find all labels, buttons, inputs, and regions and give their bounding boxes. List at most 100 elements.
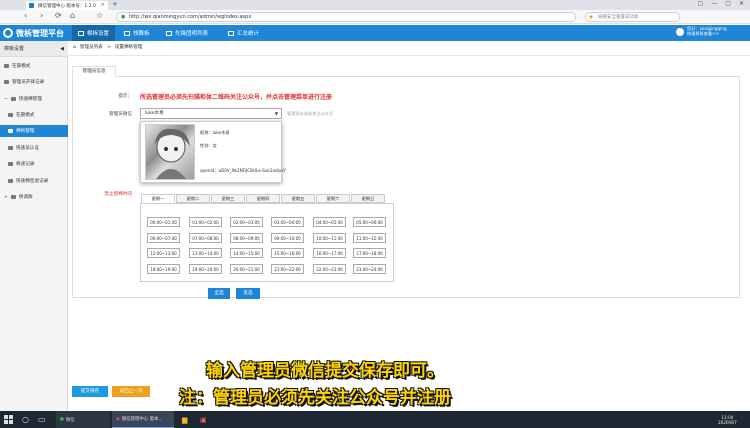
list-icon: [4, 80, 9, 84]
sidebar-item-admin-log[interactable]: 管理员开锋记录: [0, 76, 68, 88]
time-slot[interactable]: 15:00~16:00: [271, 248, 304, 258]
tab-sunday[interactable]: 星期日: [351, 194, 385, 203]
collapse-icon[interactable]: ◀: [60, 46, 64, 52]
caption-line-2: 注：管理员必须先关注公众号并注册: [179, 388, 451, 408]
time-slot[interactable]: 18:00~19:00: [147, 264, 180, 274]
reload-icon[interactable]: ⟳: [55, 11, 62, 20]
clock[interactable]: 11:04 2020/8/7: [718, 411, 737, 428]
notice-label: 提示：: [118, 94, 132, 99]
time-slot[interactable]: 20:00~21:00: [230, 264, 263, 274]
sidebar-group-adjust[interactable]: + 柝调款: [0, 191, 68, 203]
caption-line-1: 输入管理员微信提交保存即可。: [206, 361, 444, 381]
time-slot[interactable]: 01:00~02:00: [189, 217, 222, 227]
list-icon: [8, 113, 13, 117]
tab-wednesday[interactable]: 星期三: [211, 194, 245, 203]
time-slot[interactable]: 02:00~03:00: [230, 217, 263, 227]
home-icon[interactable]: ⌂: [73, 45, 76, 50]
folder-icon[interactable]: ▆: [182, 411, 187, 428]
time-slot[interactable]: 11:00~12:00: [353, 233, 386, 243]
breadcrumb-link[interactable]: 管理员列表: [80, 44, 103, 50]
tab-monday[interactable]: 星期一: [141, 194, 175, 203]
app-icon[interactable]: ▣: [200, 411, 207, 428]
top-nav-item-dance[interactable]: 领舞柝: [118, 25, 156, 41]
window-minimize-icon[interactable]: —: [711, 0, 717, 7]
tab-thursday[interactable]: 星期四: [246, 194, 280, 203]
window-controls: ▢ — ▢ ✕: [698, 0, 744, 7]
logo-icon: [3, 28, 13, 38]
time-slot[interactable]: 04:00~05:00: [313, 217, 346, 227]
select-all-button[interactable]: 全选: [208, 288, 230, 299]
breadcrumb-current: 设置棉柝管理: [114, 45, 143, 50]
bookmark-icon[interactable]: ☆: [96, 11, 103, 20]
sidebar-item-delivery[interactable]: 柝递记录: [0, 158, 68, 170]
sidebar-item-register-mode[interactable]: 在册模式: [0, 60, 68, 72]
sidebar-item-label: 柝递记录: [16, 162, 35, 167]
sidebar-item-register-mode-2[interactable]: 在册模式: [0, 109, 68, 121]
sidebar-item-label: 在册模式: [12, 64, 31, 69]
back-button[interactable]: 返回上一页: [112, 386, 150, 397]
time-slot[interactable]: 19:00~20:00: [189, 264, 222, 274]
time-slot[interactable]: 13:00~14:00: [189, 248, 222, 258]
window-maximize-icon[interactable]: ▢: [725, 0, 731, 7]
chevron-down-icon: ▼: [274, 111, 278, 116]
sidebar-item-signout[interactable]: 快速棉签退记录: [0, 175, 68, 187]
chart-icon: [228, 30, 234, 36]
time-slot[interactable]: 22:00~23:00: [313, 264, 346, 274]
breadcrumb: ⌂ 管理员列表 > 设置棉柝管理: [73, 44, 143, 51]
sidebar-item-verify[interactable]: 快速员认证: [0, 142, 68, 154]
admin-label: 管理员微信: [109, 112, 132, 117]
window-restore-icon[interactable]: ▢: [698, 0, 704, 7]
time-slot[interactable]: 05:00~06:00: [353, 217, 386, 227]
home-icon[interactable]: ⌂: [70, 11, 75, 20]
taskbar-app-browser[interactable]: ◉ 微信管理中心 版本...: [112, 411, 174, 428]
browser-search-box[interactable]: ◉ 被删安全重置成功第: [585, 12, 680, 22]
sidebar-item-label: 在册模式: [16, 113, 35, 118]
sidebar-item-label: 快速员认证: [16, 146, 39, 151]
forward-icon[interactable]: ›: [40, 11, 43, 20]
sidebar-group-quick[interactable]: − 快速棉管理: [0, 93, 68, 105]
time-slot[interactable]: 21:00~22:00: [271, 264, 304, 274]
submit-button[interactable]: 提交保存: [72, 386, 108, 397]
time-slot[interactable]: 00:00~01:00: [147, 217, 180, 227]
tab-admin-info[interactable]: 管理员信息: [72, 66, 116, 77]
top-nav-item-stats[interactable]: 汇总统计: [222, 25, 265, 41]
tab-friday[interactable]: 星期五: [281, 194, 315, 203]
sidebar-item-manage[interactable]: 棉柝管理: [0, 125, 68, 137]
tab-close-icon[interactable]: ×: [101, 2, 105, 8]
time-slot[interactable]: 14:00~15:00: [230, 248, 263, 258]
address-bar[interactable]: ● http://wx.qianmingyun.com/admin/wglnde…: [116, 12, 576, 22]
back-icon[interactable]: ‹: [24, 11, 27, 20]
time-slot[interactable]: 16:00~17:00: [313, 248, 346, 258]
time-slot[interactable]: 10:00~11:00: [313, 233, 346, 243]
time-slot[interactable]: 06:00~07:00: [147, 233, 180, 243]
list-icon: [8, 146, 13, 150]
top-nav-item-pioneer[interactable]: 先锋团明列表: [160, 25, 214, 41]
folder-icon: [10, 97, 16, 101]
time-slot[interactable]: 09:00~10:00: [271, 233, 304, 243]
browser-tab[interactable]: 微信管理中心 版本号：1.2.0 ×: [26, 1, 108, 10]
breadcrumb-separator: >: [106, 44, 111, 50]
task-view-icon[interactable]: ▭: [38, 411, 46, 428]
start-icon[interactable]: [4, 411, 13, 428]
time-slot[interactable]: 03:00~04:00: [271, 217, 304, 227]
admin-select[interactable]: luke木易 ▼: [140, 108, 282, 119]
top-nav-item-settings[interactable]: 棉柝设置: [72, 25, 116, 41]
taskbar-app-wechat[interactable]: ● 微信: [56, 411, 110, 428]
app-logo: 微柝管理平台: [3, 26, 64, 40]
tab-tuesday[interactable]: 星期二: [176, 194, 210, 203]
user-info[interactable]: 您好：yangjingqing 快速柝柝查看>>: [676, 26, 727, 36]
wechat-icon: ●: [60, 417, 64, 422]
time-slot[interactable]: 08:00~09:00: [230, 233, 263, 243]
time-slot[interactable]: 23:00~24:00: [353, 264, 386, 274]
window-close-icon[interactable]: ✕: [739, 0, 744, 7]
invert-button[interactable]: 反选: [236, 288, 260, 299]
tab-saturday[interactable]: 星期六: [316, 194, 350, 203]
admin-select-value: luke木易: [145, 111, 164, 116]
time-slot[interactable]: 17:00~18:00: [353, 248, 386, 258]
time-slot[interactable]: 07:00~08:00: [189, 233, 222, 243]
search-icon[interactable]: ○: [22, 411, 29, 428]
time-slot[interactable]: 12:00~13:00: [147, 248, 180, 258]
plus-icon: +: [4, 194, 8, 200]
browser-icon: ◉: [116, 416, 120, 422]
new-tab-button[interactable]: +: [112, 0, 118, 8]
